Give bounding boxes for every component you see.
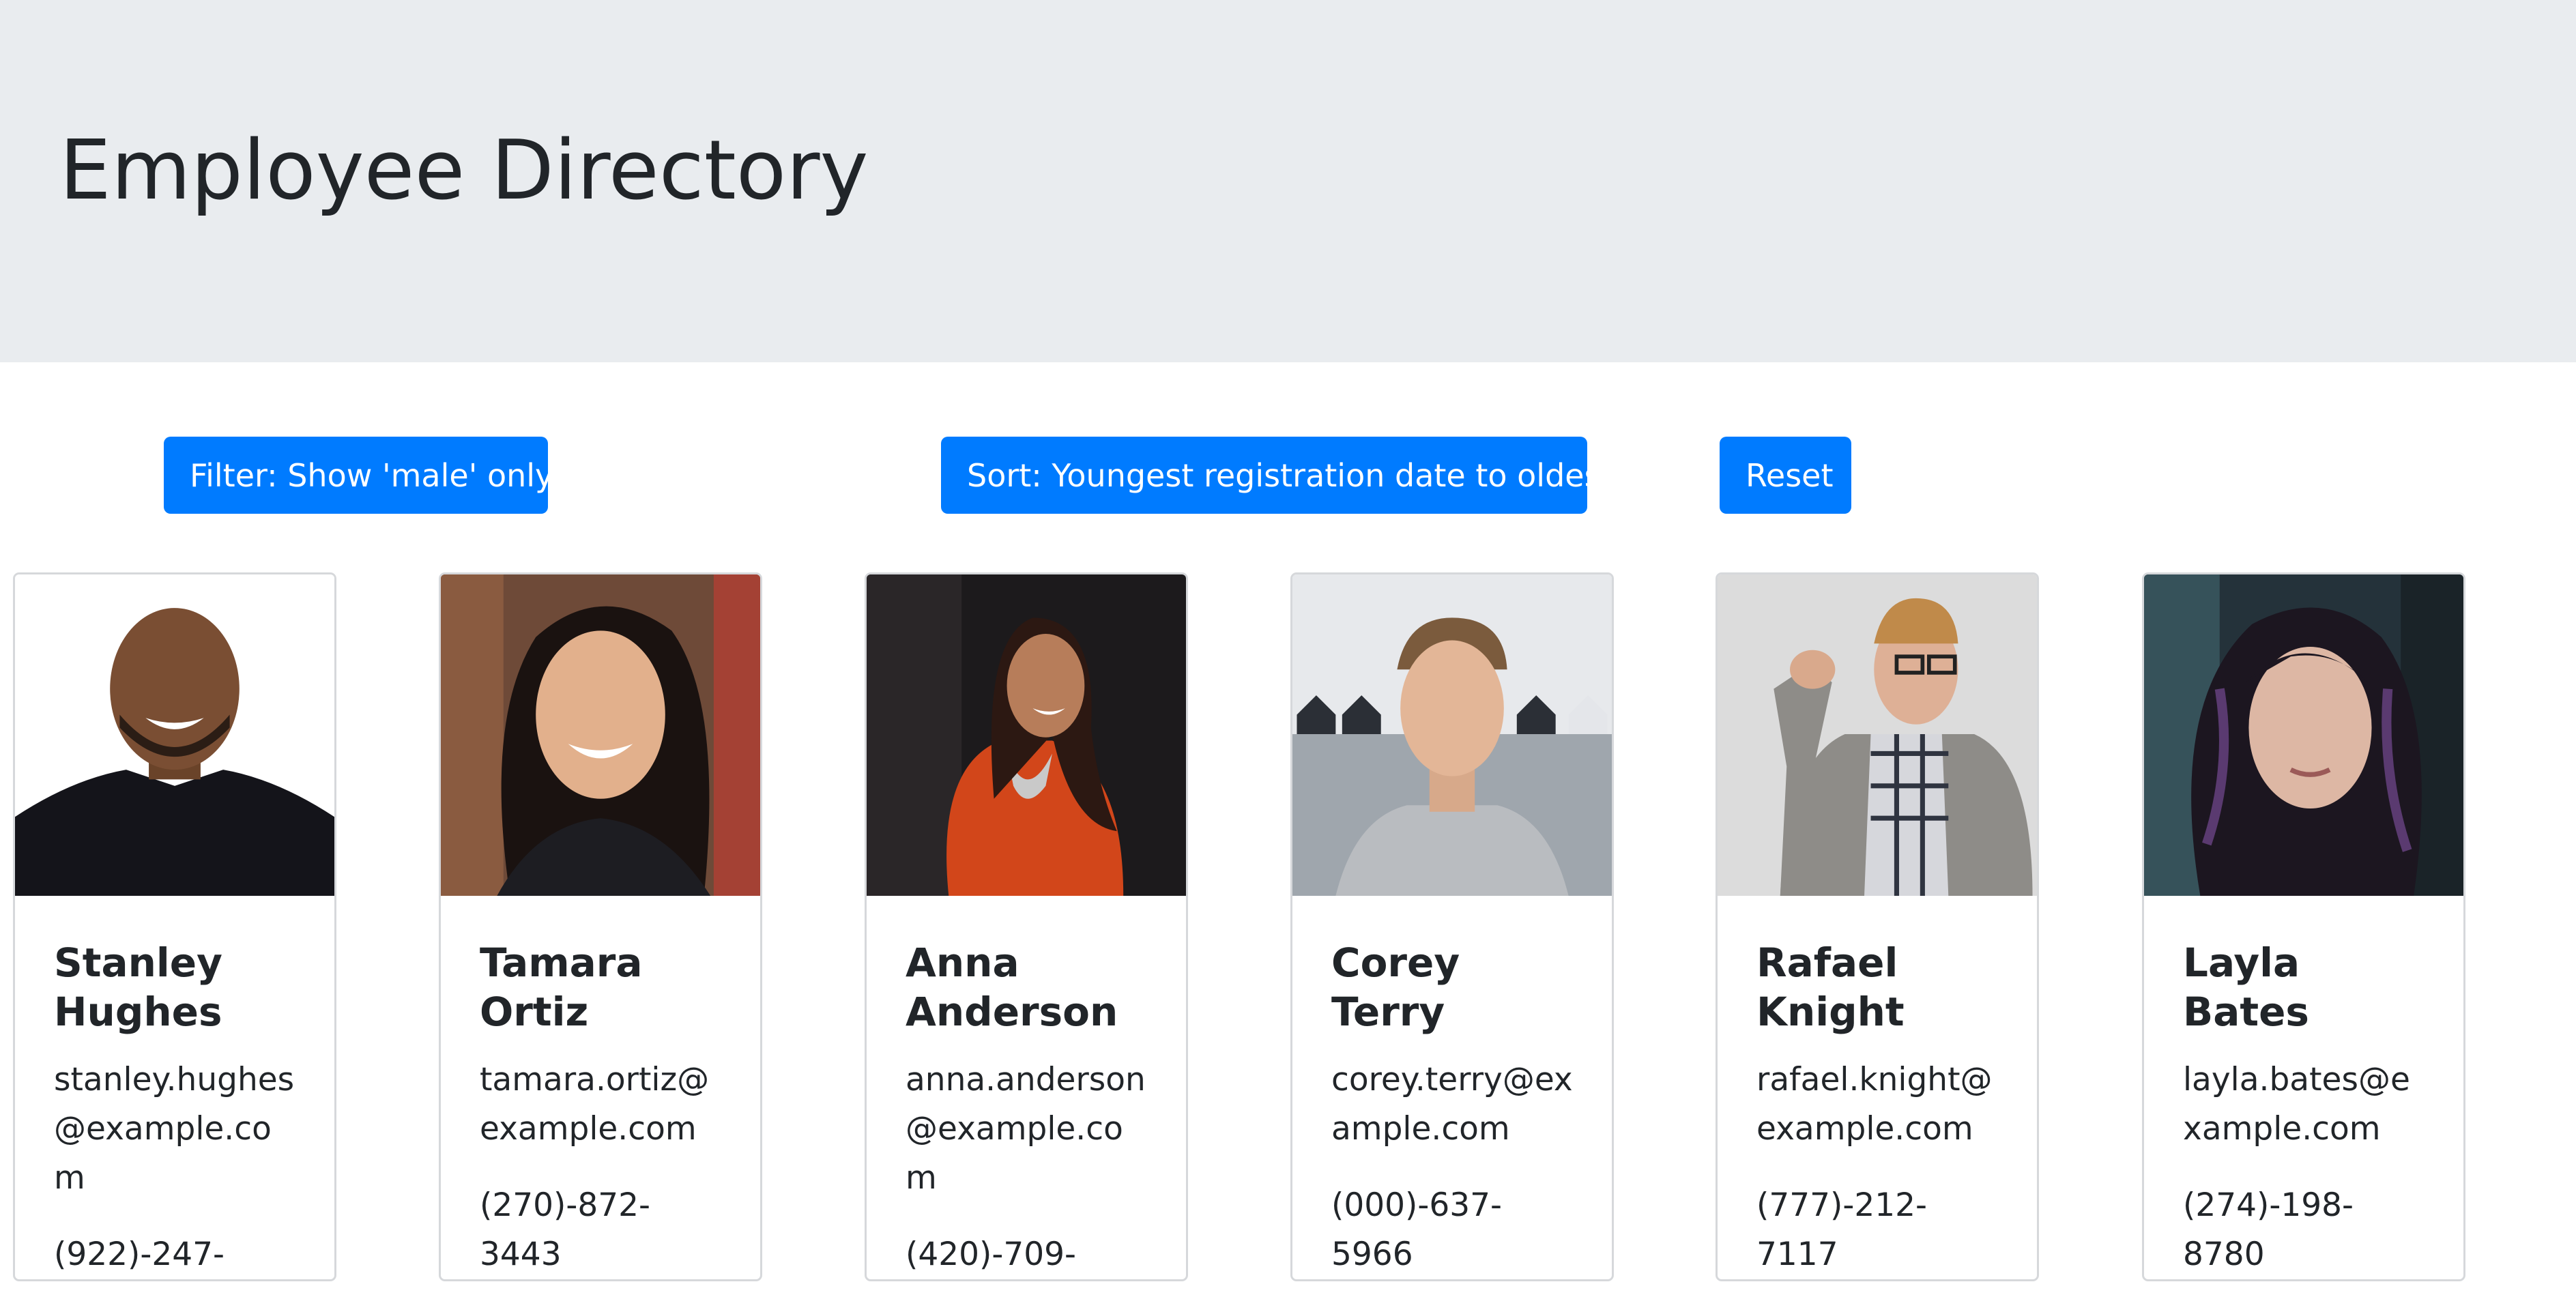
- page-title: Employee Directory: [59, 123, 869, 218]
- employee-photo: [441, 574, 760, 896]
- employee-name: Anna Anderson: [906, 939, 1118, 1035]
- employee-phone: (000)-637-5966: [1331, 1186, 1503, 1273]
- sort-registration-button[interactable]: Sort: Youngest registration date to olde…: [941, 437, 1613, 514]
- header-jumbotron: Employee Directory: [0, 0, 2576, 362]
- employee-email: stanley.hughes@example.com: [54, 1061, 295, 1197]
- employee-name: Corey Terry: [1331, 939, 1460, 1035]
- employee-photo: [867, 574, 1186, 896]
- employee-phone: (420)-709-0167: [906, 1236, 1077, 1273]
- employee-phone: (274)-198-8780: [2183, 1186, 2354, 1273]
- employee-email: corey.terry@example.com: [1331, 1061, 1573, 1148]
- employee-email: tamara.ortiz@example.com: [480, 1061, 710, 1148]
- employee-card: Rafael Knight rafael.knight@example.com …: [1716, 572, 2039, 1281]
- employee-email: layla.bates@example.com: [2183, 1061, 2410, 1148]
- employee-card: Stanley Hughes stanley.hughes@example.co…: [13, 572, 336, 1281]
- filter-male-button[interactable]: Filter: Show 'male' only: [164, 437, 553, 514]
- employee-photo: [1718, 574, 2037, 896]
- employee-photo: [15, 574, 334, 896]
- employee-name: Layla Bates: [2183, 939, 2309, 1035]
- employee-name: Tamara Ortiz: [480, 939, 643, 1035]
- employee-email: anna.anderson@example.com: [906, 1061, 1146, 1197]
- employee-card: Tamara Ortiz tamara.ortiz@example.com (2…: [439, 572, 762, 1281]
- employee-name: Stanley Hughes: [54, 939, 222, 1035]
- employee-phone: (270)-872-3443: [480, 1186, 651, 1273]
- employee-phone: (777)-212-7117: [1756, 1186, 1928, 1273]
- employee-photo: [1292, 574, 1612, 896]
- employee-photo: [2144, 574, 2463, 896]
- employee-email: rafael.knight@example.com: [1756, 1061, 1993, 1148]
- employee-card: Anna Anderson anna.anderson@example.com …: [865, 572, 1188, 1281]
- employee-phone: (922)-247-8905: [54, 1236, 225, 1273]
- reset-button[interactable]: Reset: [1720, 437, 1851, 514]
- employee-name: Rafael Knight: [1756, 939, 1905, 1035]
- employee-card: Layla Bates layla.bates@example.com (274…: [2142, 572, 2465, 1281]
- employee-card: Corey Terry corey.terry@example.com (000…: [1290, 572, 1614, 1281]
